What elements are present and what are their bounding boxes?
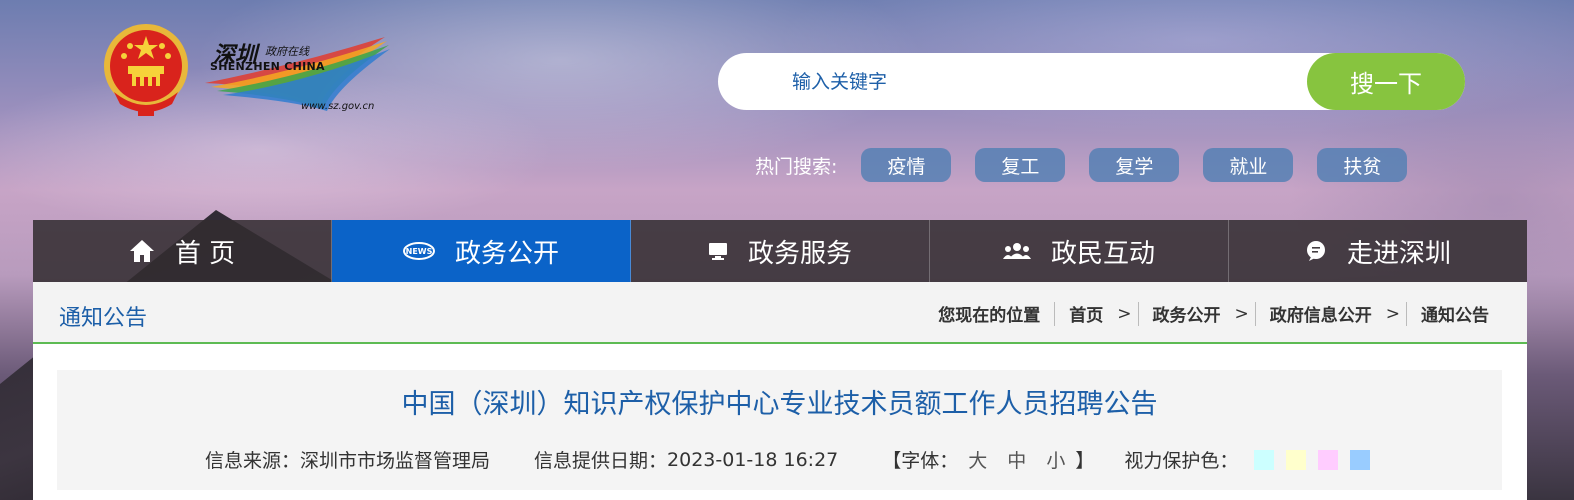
breadcrumb-divider: [1137, 301, 1139, 326]
logo-subtitle: 政府在线: [265, 45, 309, 58]
nav-item-label: 走进深圳: [1346, 238, 1451, 269]
source-value: 深圳市市场监督管理局: [300, 450, 491, 472]
eye-care-swatch-pink[interactable]: [1318, 449, 1339, 470]
site-logo[interactable]: 深圳 政府在线 SHENZHEN CHINA www.sz.gov.cn: [205, 35, 390, 115]
nav-item-label: 政务服务: [747, 238, 852, 269]
home-icon: [129, 239, 155, 263]
nav-item-government-affairs[interactable]: NEWS 政务公开: [332, 220, 631, 282]
breadcrumb-info-disclosure[interactable]: 政府信息公开: [1270, 301, 1372, 326]
nav-item-label: 首 页: [174, 238, 236, 269]
section-header: 通知公告 您现在的位置 首页 > 政务公开 > 政府信息公开 > 通知公告: [33, 282, 1527, 344]
breadcrumb-separator: >: [1385, 303, 1400, 324]
hot-tag-epidemic[interactable]: 疫情: [861, 148, 952, 182]
logo-url: www.sz.gov.cn: [301, 101, 375, 112]
hot-tag-poverty-relief[interactable]: 扶贫: [1317, 148, 1408, 182]
hot-tag-resume-school[interactable]: 复学: [1089, 148, 1180, 182]
section-title: 通知公告: [59, 306, 148, 331]
nav-item-home[interactable]: 首 页: [33, 220, 332, 282]
breadcrumb-notices[interactable]: 通知公告: [1421, 301, 1489, 326]
article-title: 中国（深圳）知识产权保护中心专业技术员额工作人员招聘公告: [401, 389, 1158, 420]
nav-item-government-services[interactable]: 政务服务: [631, 220, 930, 282]
breadcrumb-label: 您现在的位置: [938, 306, 1041, 326]
chat-icon: [1305, 240, 1327, 262]
article-meta: 信息来源： 深圳市市场监督管理局 信息提供日期： 2023-01-18 16:2…: [205, 446, 1382, 473]
breadcrumb-separator: >: [1117, 303, 1132, 324]
font-size-large-button[interactable]: 大: [968, 446, 987, 473]
nav-item-about-shenzhen[interactable]: 走进深圳: [1229, 220, 1527, 282]
font-size-close-bracket: 】: [1075, 450, 1095, 472]
people-icon: [1002, 242, 1031, 260]
search-bar: 搜一下: [718, 53, 1465, 110]
search-button[interactable]: 搜一下: [1307, 53, 1465, 110]
nav-item-label: 政务公开: [454, 238, 559, 269]
breadcrumb-separator: >: [1234, 303, 1249, 324]
logo-english-name: SHENZHEN CHINA: [210, 60, 325, 73]
eye-care-swatch-yellow[interactable]: [1286, 449, 1307, 470]
eye-care-label: 视力保护色：: [1124, 450, 1239, 472]
news-icon: NEWS: [402, 241, 435, 261]
hot-search-label: 热门搜索:: [755, 155, 838, 178]
breadcrumb: 您现在的位置 首页 > 政务公开 > 政府信息公开 > 通知公告: [938, 301, 1489, 326]
main-nav: 首 页 NEWS 政务公开 政务服务 政民互动 走进深圳: [33, 220, 1527, 282]
hot-search: 热门搜索: 疫情 复工 复学 就业 扶贫: [755, 148, 1431, 182]
breadcrumb-divider: [1254, 301, 1256, 326]
content-panel: 通知公告 您现在的位置 首页 > 政务公开 > 政府信息公开 > 通知公告 中国…: [33, 282, 1527, 500]
breadcrumb-divider: [1406, 301, 1407, 326]
breadcrumb-divider: [1054, 301, 1056, 326]
breadcrumb-home[interactable]: 首页: [1069, 301, 1103, 326]
font-size-small-button[interactable]: 小: [1046, 446, 1065, 473]
nav-item-interaction[interactable]: 政民互动: [930, 220, 1229, 282]
eye-care-swatch-cyan[interactable]: [1254, 449, 1275, 470]
source-label: 信息来源：: [205, 450, 301, 472]
font-size-label: 【字体：: [882, 450, 959, 472]
breadcrumb-government-affairs[interactable]: 政务公开: [1153, 301, 1221, 326]
hot-tag-resume-work[interactable]: 复工: [975, 148, 1066, 182]
nav-item-label: 政民互动: [1050, 238, 1155, 269]
article-header: 中国（深圳）知识产权保护中心专业技术员额工作人员招聘公告 信息来源： 深圳市市场…: [57, 370, 1502, 490]
search-input[interactable]: [792, 67, 1272, 97]
svg-text:NEWS: NEWS: [406, 247, 433, 256]
national-emblem: [100, 22, 192, 118]
eye-care-swatch-blue[interactable]: [1350, 449, 1371, 470]
monitor-icon: [708, 242, 728, 260]
font-size-medium-button[interactable]: 中: [1007, 446, 1026, 473]
date-value: 2023-01-18 16:27: [667, 448, 839, 471]
hot-tag-employment[interactable]: 就业: [1203, 148, 1294, 182]
date-label: 信息提供日期：: [534, 450, 668, 472]
